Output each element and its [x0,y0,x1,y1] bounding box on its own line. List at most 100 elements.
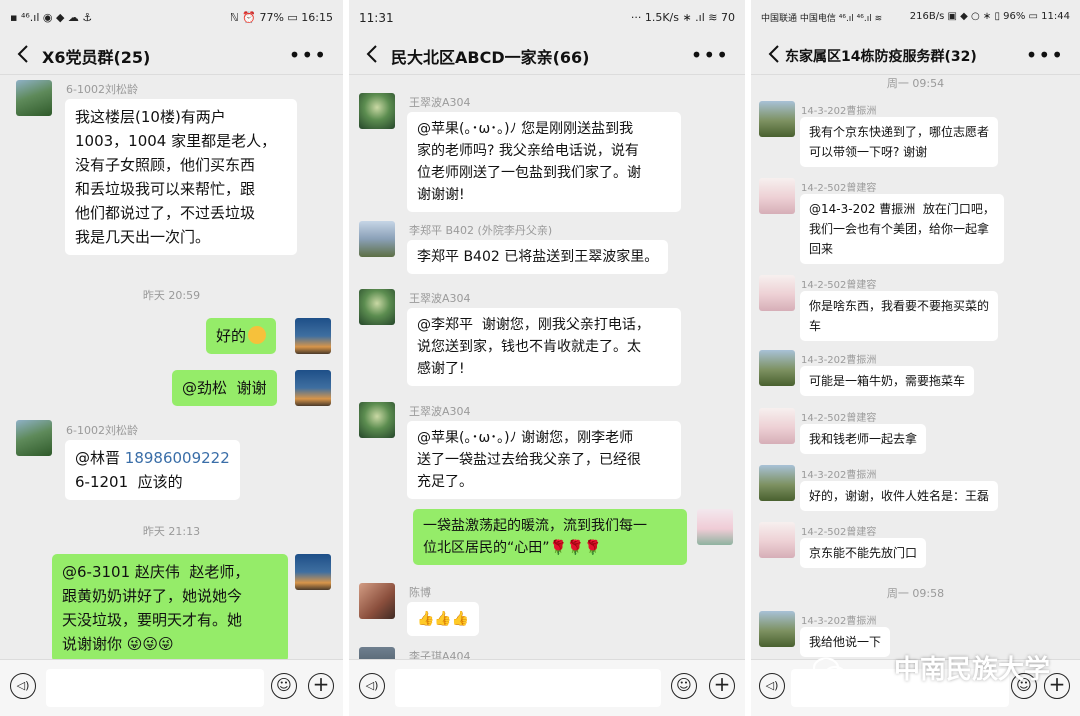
sender-name: 14-2-502曾建容 [801,280,877,291]
chat-title: 民大北区ABCD一家亲(66) [391,48,590,67]
message-bubble[interactable]: @苹果(｡･ω･｡)ﾉ 谢谢您，刚李老师 送了一袋盐过去给我父亲了，已经很 充足… [407,421,681,499]
message-bubble[interactable]: 我和钱老师一起去拿 [800,424,927,454]
sender-name: 14-3-202曹振洲 [801,355,877,366]
avatar[interactable] [759,101,795,137]
avatar[interactable] [359,221,395,257]
avatar[interactable] [295,370,331,406]
message-list[interactable]: 王翠波A304 @苹果(｡･ω･｡)ﾉ 您是刚刚送盐到我 家的老师吗? 我父亲给… [349,75,745,660]
avatar[interactable] [16,420,52,456]
sender-name: 王翠波A304 [409,292,471,305]
status-bar: 11:31 ··· 1.5K/s ∗ .ıl ≋ 70 [349,0,745,36]
sender-name: 14-3-202曹振洲 [801,106,877,117]
message-bubble[interactable]: @14-3-202 曹振洲 放在门口吧， 我们一会也有个美团，给你一起拿 回来 [800,194,1004,264]
back-icon[interactable] [363,43,383,65]
emoji-icon[interactable]: ☺ [271,673,297,699]
message-text: 好的 [216,327,247,345]
message-list[interactable]: 6-1002刘松龄 我这楼层(10楼)有两户 1003，1004 家里都是老人，… [0,75,343,660]
message-bubble[interactable]: 你是啥东西，我看要不要拖买菜的 车 [800,291,999,341]
sender-name: 李郑平 B402 (外院李丹父亲) [409,224,553,237]
status-right: 216B/s ▣ ◆ ○ ∗ ▯ 96% ▭ 11:44 [909,11,1070,22]
more-icon[interactable]: ••• [289,43,327,67]
avatar[interactable] [759,350,795,386]
voice-icon[interactable]: ◁) [359,673,385,699]
timestamp: 昨天 20:59 [142,289,201,302]
message-bubble[interactable]: 我给他说一下 [800,627,891,657]
back-icon[interactable] [765,43,785,65]
title-bar: 东家属区14栋防疫服务群(32) ••• [751,36,1080,75]
grin-emoji-icon [248,326,267,344]
message-text: 6-1201 应该的 [75,473,183,491]
avatar[interactable] [359,583,395,619]
watermark: 中南民族大学 [893,655,1050,685]
sender-name: 14-2-502曾建容 [801,527,877,538]
message-input[interactable] [395,669,661,707]
message-bubble[interactable]: 👍👍👍 [407,602,480,636]
sender-name: 14-3-202曹振洲 [801,616,877,627]
message-bubble-outgoing[interactable]: 好的 [206,318,277,354]
avatar[interactable] [359,93,395,129]
sender-name: 陈博 [409,586,431,599]
message-bubble[interactable]: 可能是一箱牛奶，需要拖菜车 [800,366,975,396]
avatar[interactable] [295,318,331,354]
more-icon[interactable]: ••• [1026,43,1064,67]
wechat-logo-icon [812,657,847,685]
avatar[interactable] [759,275,795,311]
message-input[interactable] [46,669,264,707]
emoji-icon[interactable]: ☺ [671,673,697,699]
avatar[interactable] [759,408,795,444]
avatar[interactable] [759,522,795,558]
avatar[interactable] [16,80,52,116]
avatar[interactable] [759,178,795,214]
sender-name: 6-1002刘松龄 [66,83,138,96]
mention-text: @林晋 [75,449,125,467]
avatar[interactable] [759,611,795,647]
status-left: 11:31 [359,11,394,25]
message-bubble[interactable]: 李郑平 B402 已将盐送到王翠波家里。 [407,240,669,274]
input-bar: ◁) ☺ + [0,659,343,716]
chat-title: 东家属区14栋防疫服务群(32) [785,49,977,65]
avatar[interactable] [295,554,331,590]
message-bubble[interactable]: 我这楼层(10楼)有两户 1003，1004 家里都是老人， 没有子女照顾，他们… [65,99,297,255]
voice-icon[interactable]: ◁) [759,673,785,699]
status-bar: ▪ ⁴⁶.ıl ◉ ◆ ☁ ⚓ ℕ ⏰ 77% ▭ 16:15 [0,0,343,36]
sender-name: 14-2-502曾建容 [801,413,877,424]
timestamp: 周一 09:54 [886,77,945,90]
sender-name: 6-1002刘松龄 [66,424,138,437]
more-icon[interactable]: ••• [691,43,729,67]
input-bar: ◁) ☺ + [349,659,745,716]
message-bubble[interactable]: @苹果(｡･ω･｡)ﾉ 您是刚刚送盐到我 家的老师吗? 我父亲给电话说，说有 位… [407,112,681,212]
sender-name: 14-3-202曹振洲 [801,470,877,481]
timestamp: 昨天 21:13 [142,525,201,538]
voice-icon[interactable]: ◁) [10,673,36,699]
phone-link[interactable]: 18986009222 [125,449,230,467]
message-bubble[interactable]: @李郑平 谢谢您，刚我父亲打电话， 说您送到家，钱也不肯收就走了。太 感谢了! [407,308,681,386]
status-left: ▪ ⁴⁶.ıl ◉ ◆ ☁ ⚓ [10,11,93,24]
avatar[interactable] [759,465,795,501]
message-bubble[interactable]: 京东能不能先放门口 [800,538,927,568]
chat-window-building14-group: 中国联通 中国电信 ⁴⁶.ıl ⁴⁶.ıl ≋ 216B/s ▣ ◆ ○ ∗ ▯… [751,0,1080,716]
message-bubble[interactable]: @林晋 18986009222 6-1201 应该的 [65,440,240,500]
chat-title: X6党员群(25) [42,48,151,67]
status-left: 中国联通 中国电信 ⁴⁶.ıl ⁴⁶.ıl ≋ [761,14,883,24]
avatar[interactable] [359,289,395,325]
status-bar: 中国联通 中国电信 ⁴⁶.ıl ⁴⁶.ıl ≋ 216B/s ▣ ◆ ○ ∗ ▯… [751,0,1080,36]
message-bubble-outgoing[interactable]: @6-3101 赵庆伟 赵老师， 跟黄奶奶讲好了，她说她今 天没垃圾，要明天才有… [52,554,288,660]
chat-window-x6-party-group: ▪ ⁴⁶.ıl ◉ ◆ ☁ ⚓ ℕ ⏰ 77% ▭ 16:15 X6党员群(25… [0,0,343,716]
status-right: ··· 1.5K/s ∗ .ıl ≋ 70 [630,11,735,24]
message-bubble-outgoing[interactable]: @劲松 谢谢 [172,370,277,406]
message-bubble[interactable]: 好的，谢谢，收件人姓名是：王磊 [800,481,999,511]
avatar[interactable] [697,509,733,545]
status-right: ℕ ⏰ 77% ▭ 16:15 [229,11,333,24]
back-icon[interactable] [14,43,34,65]
message-list[interactable]: 周一 09:54 14-3-202曹振洲 我有个京东快递到了，哪位志愿者 可以带… [751,75,1080,660]
avatar[interactable] [359,402,395,438]
sender-name: 王翠波A304 [409,96,471,109]
title-bar: X6党员群(25) ••• [0,36,343,75]
message-bubble[interactable]: 我有个京东快递到了，哪位志愿者 可以带领一下呀? 谢谢 [800,117,999,167]
timestamp: 周一 09:58 [886,587,945,600]
plus-icon[interactable]: + [709,673,735,699]
sender-name: 王翠波A304 [409,405,471,418]
sender-name: 14-2-502曾建容 [801,183,877,194]
message-bubble-outgoing[interactable]: 一袋盐激荡起的暖流，流到我们每一 位北区居民的“心田”🌹🌹🌹 [413,509,687,565]
plus-icon[interactable]: + [308,673,334,699]
